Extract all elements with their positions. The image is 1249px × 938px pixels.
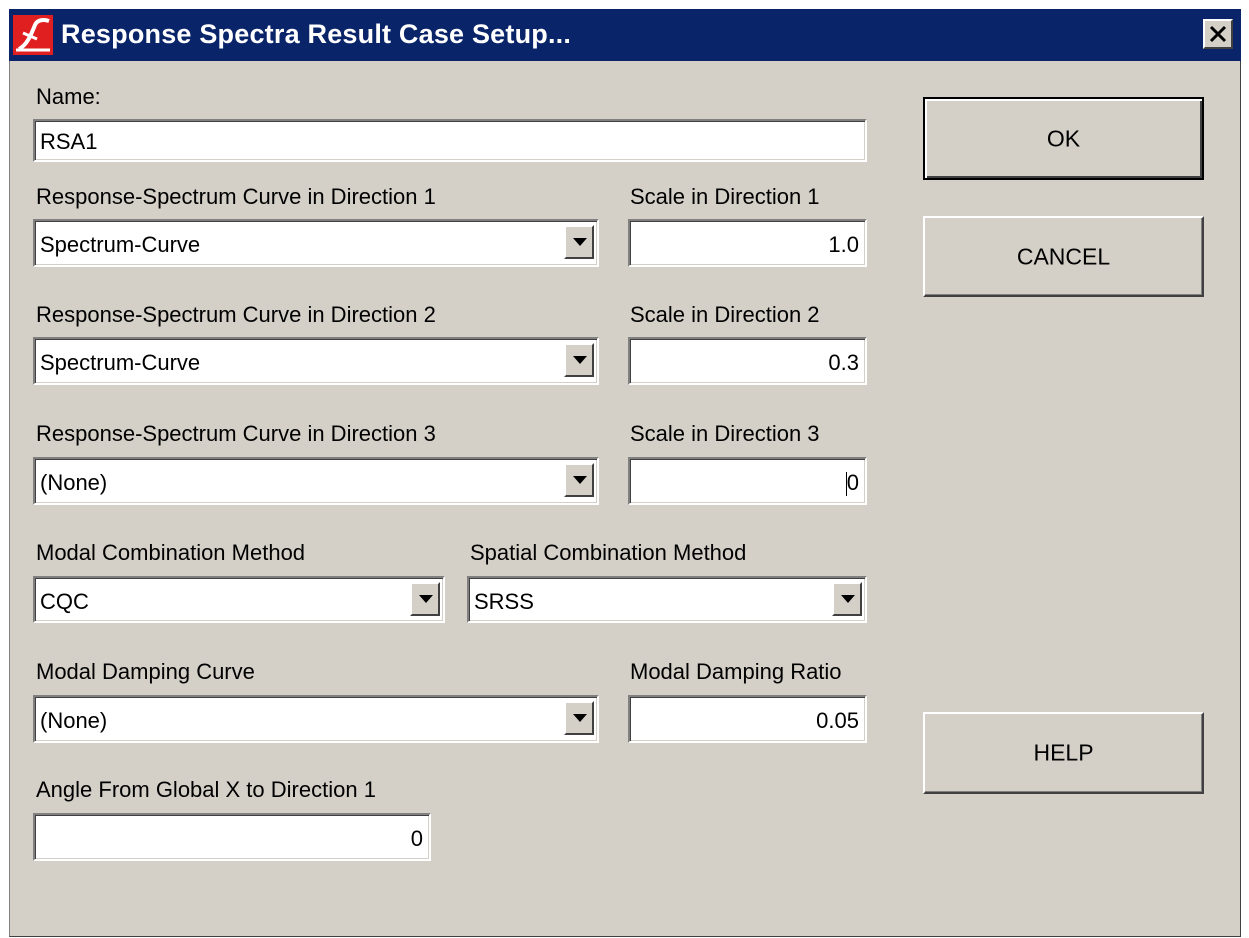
dir3-curve-select[interactable]: (None) xyxy=(33,457,599,505)
close-button[interactable] xyxy=(1203,19,1233,49)
damping-curve-dropdown-button[interactable] xyxy=(564,701,594,735)
damping-ratio-label: Modal Damping Ratio xyxy=(630,659,842,684)
dir1-curve-label: Response-Spectrum Curve in Direction 1 xyxy=(36,184,436,209)
dir3-scale-input[interactable]: 0 xyxy=(628,457,867,505)
dir1-scale-label: Scale in Direction 1 xyxy=(630,184,820,209)
dir1-curve-value: Spectrum-Curve xyxy=(40,232,201,257)
ok-button[interactable]: OK xyxy=(923,97,1204,180)
chevron-down-icon xyxy=(419,595,433,603)
damping-curve-value: (None) xyxy=(40,708,108,733)
chevron-down-icon xyxy=(841,595,855,603)
name-input[interactable]: RSA1 xyxy=(33,119,867,162)
app-logo-icon xyxy=(13,15,53,55)
modal-combination-label: Modal Combination Method xyxy=(36,540,306,565)
spatial-combination-dropdown-button[interactable] xyxy=(832,582,862,616)
help-button[interactable]: HELP xyxy=(923,712,1204,794)
dir3-scale-text: 0 xyxy=(846,470,859,495)
chevron-down-icon xyxy=(573,356,587,364)
angle-input[interactable]: 0 xyxy=(33,813,431,861)
dir2-curve-select[interactable]: Spectrum-Curve xyxy=(33,337,599,385)
dir2-scale-label: Scale in Direction 2 xyxy=(630,302,820,327)
modal-combination-select[interactable]: CQC xyxy=(33,576,445,623)
dir3-scale-value: 0 xyxy=(845,470,859,497)
name-label: Name: xyxy=(36,84,101,109)
dir1-curve-select[interactable]: Spectrum-Curve xyxy=(33,219,599,267)
title-bar[interactable]: Response Spectra Result Case Setup... xyxy=(9,9,1241,61)
dir3-curve-label: Response-Spectrum Curve in Direction 3 xyxy=(36,421,436,446)
dir1-dropdown-button[interactable] xyxy=(564,225,594,259)
chevron-down-icon xyxy=(573,476,587,484)
cancel-button[interactable]: CANCEL xyxy=(923,216,1204,297)
cancel-button-label: CANCEL xyxy=(1016,243,1111,269)
dir2-scale-value: 0.3 xyxy=(828,350,859,375)
modal-combination-value: CQC xyxy=(40,589,89,614)
spatial-combination-label: Spatial Combination Method xyxy=(470,540,747,565)
damping-curve-select[interactable]: (None) xyxy=(33,695,599,743)
dir3-dropdown-button[interactable] xyxy=(564,463,594,497)
chevron-down-icon xyxy=(573,714,587,722)
dir2-curve-label: Response-Spectrum Curve in Direction 2 xyxy=(36,302,436,327)
dir2-dropdown-button[interactable] xyxy=(564,343,594,377)
spatial-combination-value: SRSS xyxy=(474,589,534,614)
ok-button-label: OK xyxy=(1046,125,1081,151)
dir1-scale-value: 1.0 xyxy=(828,232,859,257)
damping-curve-label: Modal Damping Curve xyxy=(36,659,255,684)
damping-ratio-value: 0.05 xyxy=(816,708,859,733)
chevron-down-icon xyxy=(573,238,587,246)
damping-ratio-input[interactable]: 0.05 xyxy=(628,695,867,743)
angle-value: 0 xyxy=(410,826,423,851)
dir2-scale-input[interactable]: 0.3 xyxy=(628,337,867,385)
name-value: RSA1 xyxy=(40,129,98,154)
dir3-curve-value: (None) xyxy=(40,470,108,495)
dir1-scale-input[interactable]: 1.0 xyxy=(628,219,867,267)
window-title: Response Spectra Result Case Setup... xyxy=(61,19,572,49)
dir3-scale-label: Scale in Direction 3 xyxy=(630,421,820,446)
help-button-label: HELP xyxy=(1033,739,1094,766)
angle-label: Angle From Global X to Direction 1 xyxy=(36,777,376,802)
dir2-curve-value: Spectrum-Curve xyxy=(40,350,201,375)
spatial-combination-select[interactable]: SRSS xyxy=(467,576,867,623)
modal-combination-dropdown-button[interactable] xyxy=(410,582,440,616)
